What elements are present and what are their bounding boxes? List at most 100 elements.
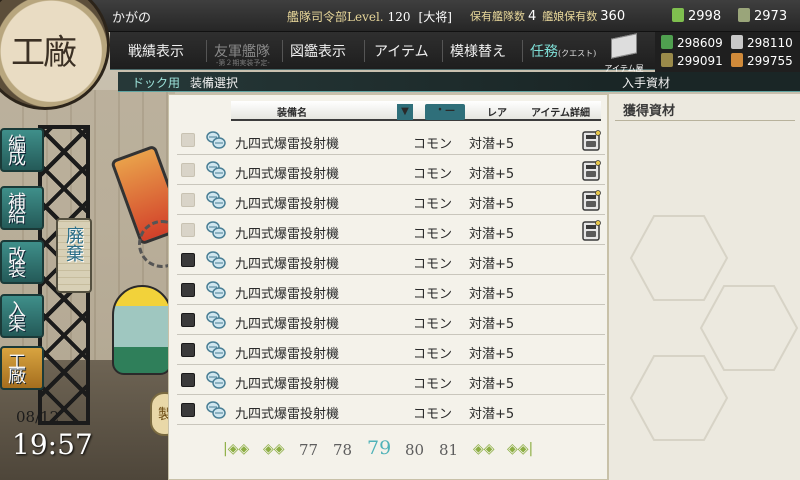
equipment-detail: 対潜+5 [469, 197, 515, 212]
resource-panel: 298609 298110 299091 299755 [655, 32, 800, 72]
equipment-detail: 対潜+5 [469, 407, 515, 422]
depth-charge-icon [206, 311, 226, 329]
equipment-rarity: コモン [413, 377, 453, 392]
menu-battle-record[interactable]: 戦績表示 [128, 41, 184, 61]
lock-icon[interactable] [581, 190, 601, 212]
select-checkbox[interactable] [181, 343, 195, 357]
menu-divider [442, 40, 443, 62]
menu-furniture[interactable]: 模様替え [450, 41, 506, 61]
sidenav-organize-label: 編成 [5, 134, 26, 162]
table-row[interactable]: 九四式爆雷投射機 コモン 対潜+5 [177, 217, 605, 245]
menu-divider [282, 40, 283, 62]
breadcrumb-parent[interactable]: ドック用 [132, 74, 180, 91]
table-row[interactable]: 九四式爆雷投射機 コモン 対潜+5 [177, 337, 605, 365]
equipment-name: 九四式爆雷投射機 [235, 317, 340, 332]
sidenav-remodel[interactable]: 改装 [0, 240, 44, 284]
dev-material-icon [738, 8, 750, 22]
equipment-name: 九四式爆雷投射機 [235, 227, 340, 242]
page-number[interactable]: 77 [299, 441, 318, 459]
page-number[interactable]: 80 [405, 441, 424, 459]
table-header: 装備名 ▼ ・— レア アイテム詳細 [231, 101, 601, 121]
sort-dropdown-icon[interactable]: ▼ [397, 104, 413, 120]
equipment-name: 九四式爆雷投射機 [235, 347, 340, 362]
page-number[interactable]: 81 [439, 441, 458, 459]
acquired-materials-label: 入手資材 [622, 76, 671, 90]
select-checkbox [181, 163, 195, 177]
depth-charge-icon [206, 191, 226, 209]
equipment-name: 九四式爆雷投射機 [235, 167, 340, 182]
lock-icon[interactable] [581, 220, 601, 242]
table-row[interactable]: 九四式爆雷投射機 コモン 対潜+5 [177, 397, 605, 425]
sidenav-arsenal[interactable]: 工廠 [0, 346, 44, 390]
select-checkbox[interactable] [181, 373, 195, 387]
menu-divider [522, 40, 523, 62]
ammo-resource: 299091 [661, 53, 723, 68]
sidenav-organize[interactable]: 編成 [0, 128, 44, 172]
equipment-detail: 対潜+5 [469, 347, 515, 362]
bucket-value: 2998 [688, 9, 722, 24]
select-checkbox [181, 133, 195, 147]
select-checkbox [181, 223, 195, 237]
depth-charge-icon [206, 401, 226, 419]
pagination: |◈◈ ◈◈ 77 78 79 80 81 ◈◈ ◈◈| [223, 437, 543, 463]
sidenav-resupply[interactable]: 補給 [0, 186, 44, 230]
ammo-value: 299091 [677, 54, 723, 68]
sidenav-arsenal-label: 工廠 [5, 352, 26, 380]
item-shop-icon [611, 33, 637, 59]
table-row[interactable]: 九四式爆雷投射機 コモン 対潜+5 [177, 247, 605, 275]
table-row[interactable]: 九四式爆雷投射機 コモン 対潜+5 [177, 187, 605, 215]
select-checkbox[interactable] [181, 283, 195, 297]
lock-icon[interactable] [581, 130, 601, 152]
depth-charge-icon [206, 281, 226, 299]
depth-charge-icon [206, 131, 226, 149]
fleet-count-value: 4 [528, 9, 537, 24]
fuel-value: 298609 [677, 36, 723, 50]
admiral-rank: [大将] [418, 10, 452, 24]
equipment-detail: 対潜+5 [469, 257, 515, 272]
fuel-resource: 298609 [661, 35, 723, 50]
equipment-rarity: コモン [413, 227, 453, 242]
equipment-list-panel: 装備名 ▼ ・— レア アイテム詳細 九四式爆雷投射機 コモン 対潜+5 九四式爆雷投… [168, 94, 608, 480]
column-rarity: レア [487, 108, 507, 119]
menu-encyclopedia[interactable]: 図鑑表示 [290, 41, 346, 61]
table-row[interactable]: 九四式爆雷投射機 コモン 対潜+5 [177, 277, 605, 305]
item-shop-button[interactable]: アイテム屋 [598, 32, 650, 73]
menu-friend-fleet[interactable]: 友軍艦隊 -第２期実装予定- [214, 41, 270, 67]
first-page-button[interactable]: |◈◈ [223, 441, 249, 457]
table-row[interactable]: 九四式爆雷投射機 コモン 対潜+5 [177, 307, 605, 335]
scrap-button[interactable]: 廃棄 [56, 218, 92, 293]
equipment-name: 九四式爆雷投射機 [235, 287, 340, 302]
table-row[interactable]: 九四式爆雷投射機 コモン 対潜+5 [177, 367, 605, 395]
next-page-button[interactable]: ◈◈ [473, 441, 495, 457]
menu-quest[interactable]: 任務(クエスト) [530, 41, 596, 61]
menu-items[interactable]: アイテム [374, 41, 429, 61]
equipment-rarity: コモン [413, 407, 453, 422]
menu-divider [206, 40, 207, 62]
equipment-detail: 対潜+5 [469, 137, 515, 152]
prev-page-button[interactable]: ◈◈ [263, 441, 285, 457]
table-row[interactable]: 九四式爆雷投射機 コモン 対潜+5 [177, 127, 605, 155]
page-number[interactable]: 78 [333, 441, 352, 459]
bucket-icon [672, 8, 684, 22]
equipment-name: 九四式爆雷投射機 [235, 257, 340, 272]
clock-date: 08/12 [16, 408, 60, 426]
select-checkbox[interactable] [181, 253, 195, 267]
table-row[interactable]: 九四式爆雷投射機 コモン 対潜+5 [177, 157, 605, 185]
last-page-button[interactable]: ◈◈| [507, 441, 533, 457]
lock-icon[interactable] [581, 160, 601, 182]
equipment-rarity: コモン [413, 317, 453, 332]
equipment-name: 九四式爆雷投射機 [235, 407, 340, 422]
steel-value: 298110 [747, 36, 793, 50]
equipment-detail: 対潜+5 [469, 317, 515, 332]
column-item-detail: アイテム詳細 [531, 108, 590, 119]
breadcrumb-current: 装備選択 [190, 76, 239, 90]
ship-girl-count-label: 艦娘保有数 [542, 10, 598, 23]
select-checkbox[interactable] [181, 403, 195, 417]
equipment-detail: 対潜+5 [469, 167, 515, 182]
sidenav-repair[interactable]: 入渠 [0, 294, 44, 338]
dev-material-value: 2973 [754, 9, 788, 24]
column-equipment-name: 装備名 [277, 108, 307, 119]
select-checkbox[interactable] [181, 313, 195, 327]
steel-icon [731, 35, 743, 49]
sort-toggle-button[interactable]: ・— [425, 104, 465, 120]
